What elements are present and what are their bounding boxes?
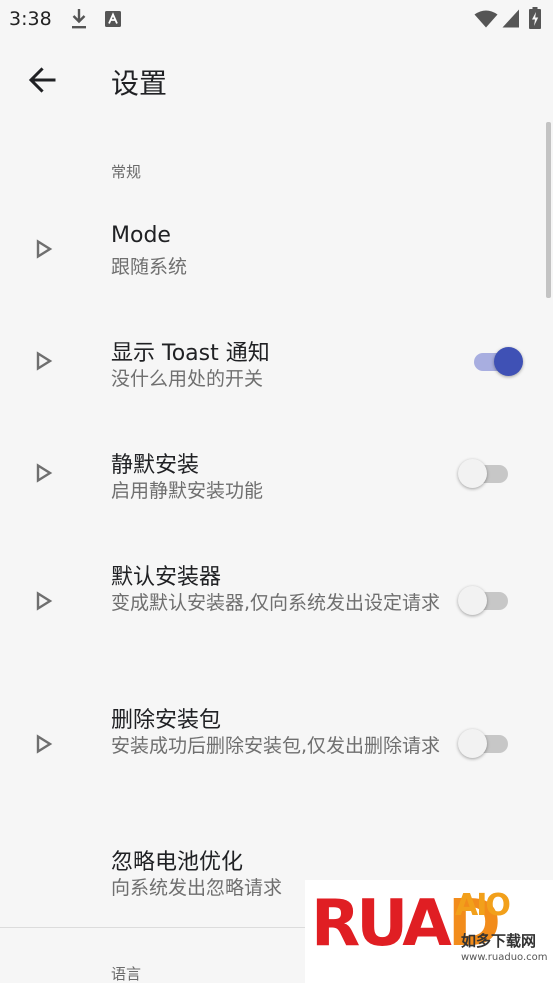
switch-thumb bbox=[458, 459, 487, 488]
watermark-url: www.ruaduo.com bbox=[461, 952, 548, 963]
delete-package-switch[interactable] bbox=[458, 724, 514, 764]
pref-item-default-installer[interactable]: 默认安装器 变成默认安装器,仅向系统发出设定请求 bbox=[0, 541, 553, 681]
play-arrow-icon bbox=[36, 463, 53, 483]
app-bar: 设置 bbox=[0, 36, 553, 124]
page-title: 设置 bbox=[111, 67, 168, 100]
default-installer-switch[interactable] bbox=[458, 581, 514, 621]
wifi-icon bbox=[474, 10, 498, 28]
silent-install-switch[interactable] bbox=[458, 454, 514, 494]
pref-summary: 变成默认安装器,仅向系统发出设定请求 bbox=[111, 592, 441, 614]
pref-summary: 启用静默安装功能 bbox=[111, 480, 264, 502]
text-notification-icon bbox=[105, 11, 121, 27]
pref-summary: 跟随系统 bbox=[111, 256, 188, 278]
section-header-general: 常规 bbox=[111, 163, 142, 181]
play-arrow-icon bbox=[36, 239, 53, 259]
back-button[interactable] bbox=[18, 60, 66, 100]
battery-charging-icon bbox=[529, 7, 541, 29]
switch-thumb bbox=[494, 347, 523, 376]
section-header-language: 语言 bbox=[111, 965, 142, 983]
settings-screen: 3:38 设置 常规 Mode 跟随系统 显示 Toast 通知 没什么用处的开… bbox=[0, 0, 553, 983]
pref-item-silent-install[interactable]: 静默安装 启用静默安装功能 bbox=[0, 429, 553, 539]
arrow-back-icon bbox=[28, 67, 56, 93]
toast-switch[interactable] bbox=[466, 342, 523, 382]
download-icon bbox=[72, 9, 86, 29]
pref-title: Mode bbox=[111, 223, 171, 248]
watermark-logo: RUAD AIO 如多下载网 www.ruaduo.com bbox=[305, 880, 553, 983]
pref-item-mode[interactable]: Mode 跟随系统 bbox=[0, 205, 553, 315]
play-arrow-icon bbox=[36, 351, 53, 371]
pref-item-delete-package[interactable]: 删除安装包 安装成功后删除安装包,仅发出删除请求 bbox=[0, 684, 553, 824]
status-time: 3:38 bbox=[9, 8, 52, 30]
pref-summary: 没什么用处的开关 bbox=[111, 368, 264, 390]
signal-icon bbox=[502, 9, 519, 28]
pref-summary: 安装成功后删除安装包,仅发出删除请求 bbox=[111, 735, 441, 757]
watermark-tagline: 如多下载网 bbox=[461, 932, 537, 950]
switch-thumb bbox=[458, 729, 487, 758]
status-bar: 3:38 bbox=[0, 0, 553, 36]
play-arrow-icon bbox=[36, 734, 53, 754]
watermark-logo-tail: AIO bbox=[455, 888, 511, 923]
switch-thumb bbox=[458, 586, 487, 615]
play-arrow-icon bbox=[36, 591, 53, 611]
pref-item-toast[interactable]: 显示 Toast 通知 没什么用处的开关 bbox=[0, 317, 553, 427]
